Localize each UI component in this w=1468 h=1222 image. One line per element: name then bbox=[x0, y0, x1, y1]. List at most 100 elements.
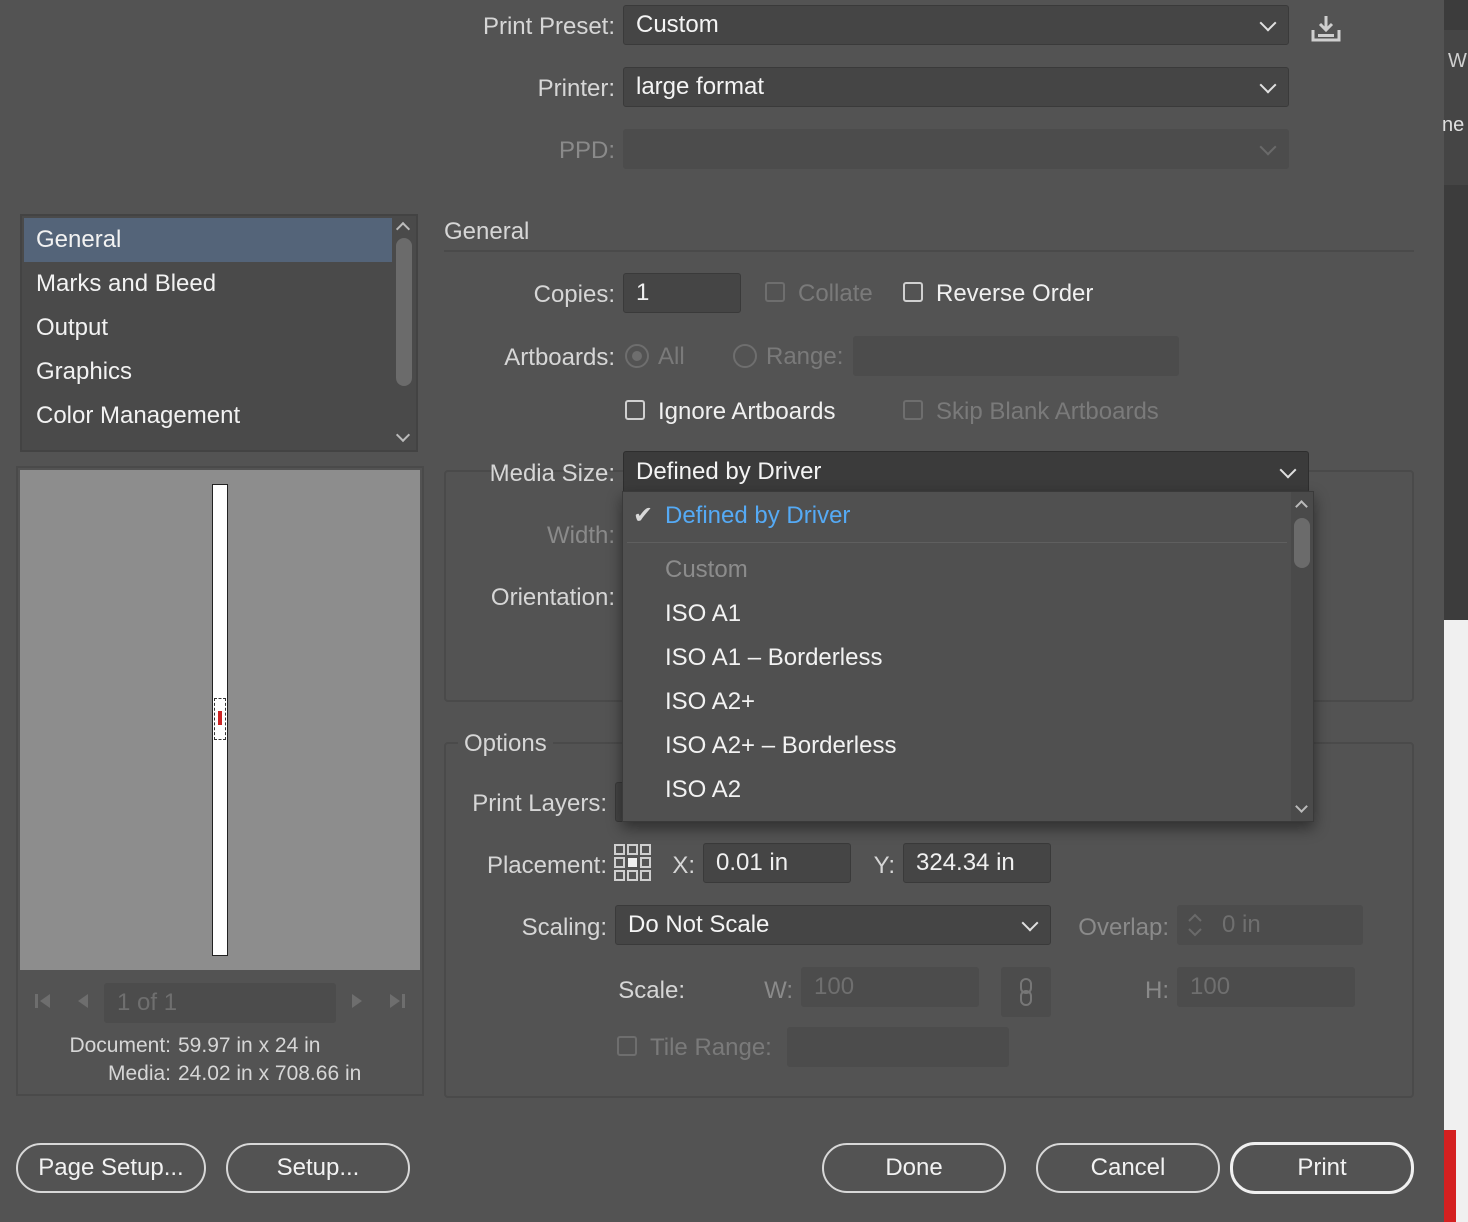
chevron-up-icon[interactable] bbox=[395, 221, 411, 237]
width-label: Width: bbox=[546, 522, 615, 549]
done-button[interactable]: Done bbox=[822, 1143, 1006, 1193]
overlap-stepper-icon bbox=[1186, 910, 1204, 940]
overlap-input: 0 in bbox=[1177, 905, 1363, 945]
printer-label: Printer: bbox=[537, 75, 615, 102]
chevron-down-icon bbox=[1279, 461, 1297, 479]
background-window-text-top: W: bbox=[1448, 50, 1468, 72]
orientation-label: Orientation: bbox=[490, 584, 615, 611]
document-size-label: Document: bbox=[69, 1034, 171, 1057]
media-size-field-label: Media Size: bbox=[489, 460, 615, 487]
category-item-general[interactable]: General bbox=[24, 218, 392, 262]
scale-h-input: 100 bbox=[1177, 967, 1355, 1007]
category-item-color-management[interactable]: Color Management bbox=[24, 394, 392, 438]
media-size-value: 24.02 in x 708.66 in bbox=[178, 1062, 362, 1085]
ppd-label: PPD: bbox=[558, 137, 615, 164]
ignore-artboards-checkbox[interactable] bbox=[625, 400, 645, 420]
copies-label: Copies: bbox=[533, 281, 615, 308]
link-chain-icon bbox=[1001, 967, 1051, 1017]
y-label: Y: bbox=[873, 852, 895, 879]
dropdown-separator bbox=[627, 542, 1287, 543]
scaling-label: Scaling: bbox=[521, 914, 607, 941]
next-page-icon[interactable] bbox=[350, 992, 364, 1010]
category-item-graphics[interactable]: Graphics bbox=[24, 350, 392, 394]
setup-button[interactable]: Setup... bbox=[226, 1143, 410, 1193]
print-button[interactable]: Print bbox=[1230, 1142, 1414, 1194]
preview-artwork-mark bbox=[214, 698, 226, 740]
x-input[interactable]: 0.01 in bbox=[703, 843, 851, 883]
media-size-select[interactable]: Defined by Driver bbox=[623, 451, 1309, 493]
dropdown-item-iso-a2[interactable]: ISO A2 bbox=[623, 768, 1283, 812]
copies-value: 1 bbox=[636, 279, 650, 306]
x-label: X: bbox=[672, 852, 695, 879]
scaling-value: Do Not Scale bbox=[628, 911, 770, 938]
artboards-range-input bbox=[853, 336, 1179, 376]
artboards-all-label: All bbox=[658, 343, 685, 370]
ignore-artboards-label[interactable]: Ignore Artboards bbox=[658, 398, 835, 426]
copies-input[interactable]: 1 bbox=[623, 273, 741, 313]
artboards-all-radio bbox=[625, 344, 649, 368]
category-item-marks-and-bleed[interactable]: Marks and Bleed bbox=[24, 262, 392, 306]
tile-range-label: Tile Range: bbox=[650, 1034, 772, 1061]
chevron-down-icon bbox=[1021, 914, 1039, 932]
category-scrollbar[interactable] bbox=[396, 238, 412, 386]
background-window-text-mid: ne bbox=[1442, 114, 1465, 136]
scale-h-value: 100 bbox=[1190, 973, 1231, 1000]
checkmark-icon: ✔ bbox=[633, 502, 654, 529]
save-preset-icon[interactable] bbox=[1310, 14, 1342, 42]
reverse-order-label[interactable]: Reverse Order bbox=[936, 280, 1093, 308]
tile-range-checkbox bbox=[617, 1036, 637, 1056]
scaling-select[interactable]: Do Not Scale bbox=[615, 905, 1051, 945]
first-page-icon[interactable] bbox=[34, 992, 52, 1010]
dropdown-item-defined-by-driver[interactable]: ✔ Defined by Driver bbox=[623, 494, 1313, 538]
scale-label: Scale: bbox=[618, 977, 685, 1004]
collate-checkbox bbox=[765, 282, 785, 302]
y-input[interactable]: 324.34 in bbox=[903, 843, 1051, 883]
overlap-label: Overlap: bbox=[1078, 914, 1169, 941]
printer-select[interactable]: large format bbox=[623, 67, 1289, 107]
print-layers-label: Print Layers: bbox=[472, 790, 607, 817]
last-page-icon[interactable] bbox=[388, 992, 406, 1010]
general-divider bbox=[444, 250, 1414, 252]
overlap-value: 0 in bbox=[1222, 911, 1261, 938]
ppd-select bbox=[623, 129, 1289, 169]
printer-value: large format bbox=[636, 73, 765, 100]
dropdown-item-iso-a2-plus-borderless[interactable]: ISO A2+ – Borderless bbox=[623, 724, 1283, 768]
artboards-range-radio bbox=[733, 344, 757, 368]
scale-h-label: H: bbox=[1145, 977, 1169, 1004]
artboards-range-label: Range: bbox=[766, 343, 844, 370]
media-size-value: Defined by Driver bbox=[636, 458, 822, 485]
media-size-label: Media: bbox=[107, 1062, 171, 1085]
placement-grid-icon[interactable] bbox=[614, 844, 652, 882]
dropdown-item-iso-a1-borderless[interactable]: ISO A1 – Borderless bbox=[623, 636, 1283, 680]
reverse-order-checkbox[interactable] bbox=[903, 282, 923, 302]
y-value: 324.34 in bbox=[916, 849, 1015, 876]
chevron-down-icon bbox=[1259, 138, 1277, 156]
placement-label: Placement: bbox=[486, 852, 607, 879]
page-setup-button[interactable]: Page Setup... bbox=[16, 1143, 206, 1193]
prev-page-icon[interactable] bbox=[76, 992, 90, 1010]
artboards-label: Artboards: bbox=[504, 344, 615, 371]
options-heading: Options bbox=[458, 730, 553, 758]
chevron-down-icon[interactable] bbox=[395, 427, 411, 443]
dropdown-item-iso-a1[interactable]: ISO A1 bbox=[623, 592, 1283, 636]
dropdown-item-custom: Custom bbox=[665, 556, 748, 583]
skip-blank-artboards-checkbox bbox=[903, 400, 923, 420]
page-counter: 1 of 1 bbox=[117, 989, 178, 1016]
skip-blank-artboards-label: Skip Blank Artboards bbox=[936, 398, 1159, 425]
media-size-dropdown[interactable]: ✔ Defined by Driver Custom ISO A1 ISO A1… bbox=[622, 491, 1314, 822]
category-item-output[interactable]: Output bbox=[24, 306, 392, 350]
dropdown-item-label: Defined by Driver bbox=[665, 502, 851, 529]
print-preset-select[interactable]: Custom bbox=[623, 5, 1289, 45]
dropdown-scrollbar-thumb[interactable] bbox=[1294, 518, 1310, 568]
scale-w-value: 100 bbox=[814, 973, 855, 1000]
chevron-down-icon bbox=[1259, 14, 1277, 32]
dropdown-item-iso-a2-plus[interactable]: ISO A2+ bbox=[623, 680, 1283, 724]
cancel-button[interactable]: Cancel bbox=[1036, 1143, 1220, 1193]
tile-range-input bbox=[787, 1027, 1009, 1067]
print-preset-value: Custom bbox=[636, 11, 719, 38]
document-size-value: 59.97 in x 24 in bbox=[178, 1034, 321, 1057]
background-window-red-tab bbox=[1444, 1130, 1456, 1222]
category-list[interactable]: General Marks and Bleed Output Graphics … bbox=[20, 214, 418, 452]
page-counter-field[interactable]: 1 of 1 bbox=[104, 983, 336, 1023]
chevron-down-icon bbox=[1259, 76, 1277, 94]
